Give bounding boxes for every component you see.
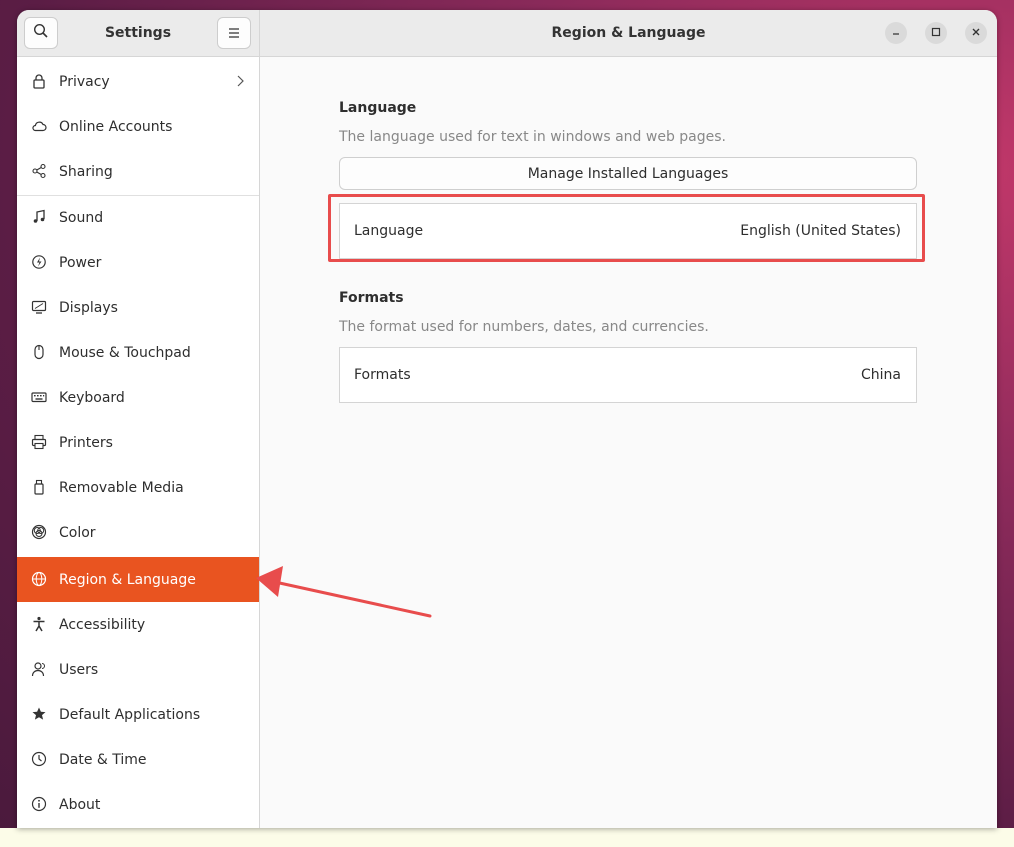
sidebar-item-label: Accessibility	[59, 616, 146, 633]
sidebar-item-label: Mouse & Touchpad	[59, 344, 191, 361]
close-button[interactable]	[965, 22, 987, 44]
sidebar-item-sound[interactable]: Sound	[17, 195, 259, 240]
manage-installed-languages-button[interactable]: Manage Installed Languages	[339, 157, 917, 190]
formats-section-description: The format used for numbers, dates, and …	[339, 319, 709, 335]
monitor-icon	[31, 299, 47, 315]
sidebar-item-label: About	[59, 796, 101, 813]
desktop-bottom-strip	[0, 828, 1014, 847]
printer-icon	[31, 434, 47, 450]
language-section-title: Language	[339, 100, 417, 116]
formats-section-title: Formats	[339, 290, 404, 306]
lock-icon	[31, 73, 47, 89]
sidebar-item-label: Removable Media	[59, 479, 184, 496]
sidebar-item-sharing[interactable]: Sharing	[17, 149, 259, 194]
sidebar-item-users[interactable]: Users	[17, 647, 259, 692]
sidebar-item-color[interactable]: Color	[17, 510, 259, 555]
sidebar-item-power[interactable]: Power	[17, 240, 259, 285]
sidebar-item-label: Printers	[59, 434, 113, 451]
sidebar-item-label: Privacy	[59, 73, 110, 90]
info-icon	[31, 796, 47, 812]
minimize-icon	[891, 27, 901, 40]
share-icon	[31, 163, 47, 179]
sidebar-item-keyboard[interactable]: Keyboard	[17, 375, 259, 420]
sidebar-item-label: Date & Time	[59, 751, 147, 768]
hamburger-icon	[227, 24, 241, 43]
maximize-icon	[931, 27, 941, 40]
music-note-icon	[31, 209, 47, 225]
main-headerbar: Region & Language	[260, 10, 997, 57]
mouse-icon	[31, 344, 47, 360]
sidebar-item-mouse-touchpad[interactable]: Mouse & Touchpad	[17, 330, 259, 375]
sidebar-headerbar: Settings	[17, 10, 260, 57]
sidebar-item-label: Keyboard	[59, 389, 125, 406]
sidebar-item-online-accounts[interactable]: Online Accounts	[17, 104, 259, 149]
main-content: Language The language used for text in w…	[260, 57, 997, 828]
minimize-button[interactable]	[885, 22, 907, 44]
formats-row-value: China	[861, 367, 901, 383]
sidebar-item-label: Online Accounts	[59, 118, 173, 135]
color-icon	[31, 524, 47, 540]
sidebar-item-label: Region & Language	[59, 571, 196, 588]
users-icon	[31, 661, 47, 677]
formats-row-label: Formats	[354, 367, 411, 383]
sidebar-item-date-time[interactable]: Date & Time	[17, 737, 259, 782]
close-icon	[971, 27, 981, 40]
sidebar-item-privacy[interactable]: Privacy	[17, 59, 259, 104]
formats-row[interactable]: Formats China	[339, 347, 917, 403]
settings-window: Settings Region & Language Privacy Onlin…	[17, 10, 997, 828]
cloud-icon	[31, 118, 47, 134]
sidebar-title: Settings	[104, 25, 172, 41]
sidebar-item-displays[interactable]: Displays	[17, 285, 259, 330]
menu-button[interactable]	[217, 17, 251, 49]
sidebar: Privacy Online Accounts Sharing Sound Po…	[17, 57, 260, 828]
sidebar-item-label: Sharing	[59, 163, 113, 180]
clock-icon	[31, 751, 47, 767]
chevron-right-icon	[235, 73, 245, 93]
sidebar-item-about[interactable]: About	[17, 782, 259, 827]
sidebar-item-removable-media[interactable]: Removable Media	[17, 465, 259, 510]
language-section-description: The language used for text in windows an…	[339, 129, 726, 145]
sidebar-item-region-language[interactable]: Region & Language	[17, 557, 259, 602]
highlight-box	[328, 194, 925, 262]
sidebar-item-default-applications[interactable]: Default Applications	[17, 692, 259, 737]
sidebar-item-accessibility[interactable]: Accessibility	[17, 602, 259, 647]
sidebar-item-printers[interactable]: Printers	[17, 420, 259, 465]
sidebar-item-label: Sound	[59, 209, 104, 226]
sidebar-item-label: Users	[59, 661, 99, 678]
maximize-button[interactable]	[925, 22, 947, 44]
sidebar-item-label: Default Applications	[59, 706, 201, 723]
keyboard-icon	[31, 389, 47, 405]
star-icon	[31, 706, 47, 722]
search-button[interactable]	[24, 17, 58, 49]
sidebar-item-label: Color	[59, 524, 96, 541]
globe-icon	[31, 571, 47, 587]
sidebar-item-label: Displays	[59, 299, 118, 316]
sidebar-item-label: Power	[59, 254, 102, 271]
power-icon	[31, 254, 47, 270]
usb-drive-icon	[31, 479, 47, 495]
accessibility-icon	[31, 616, 47, 632]
search-icon	[33, 23, 49, 43]
